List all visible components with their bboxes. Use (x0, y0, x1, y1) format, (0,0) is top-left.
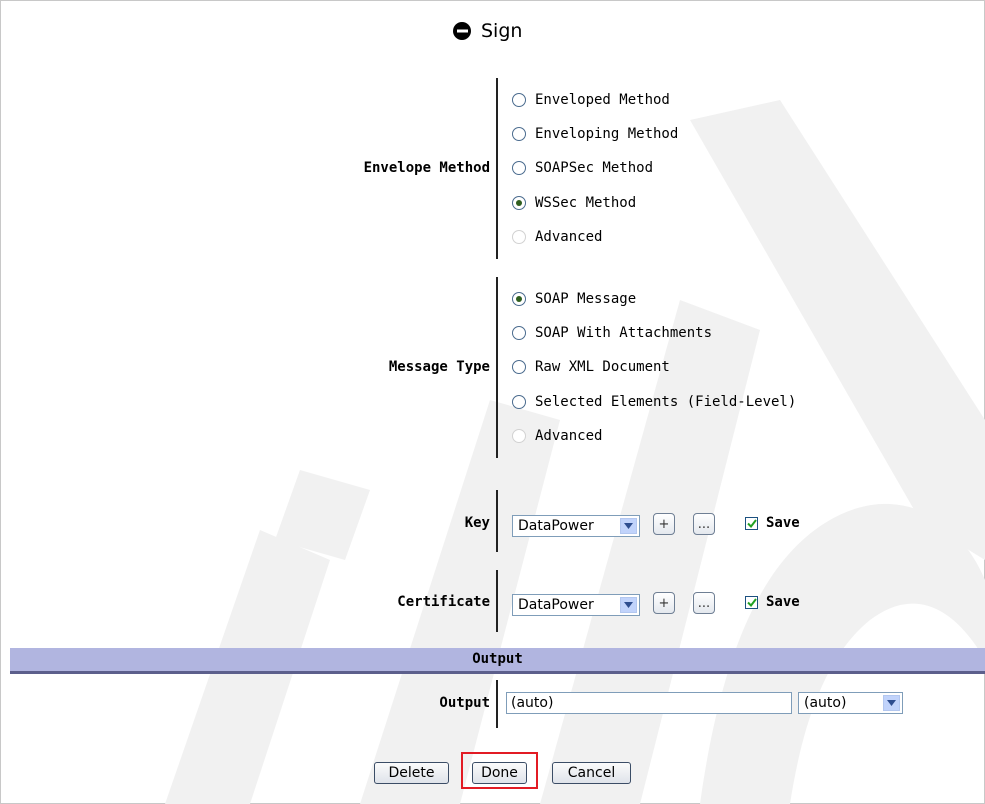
radio-circle[interactable] (512, 326, 526, 340)
page-title: Sign (452, 18, 522, 44)
radio-circle-selected[interactable] (512, 292, 526, 306)
chevron-down-icon[interactable] (883, 695, 900, 711)
key-divider (496, 490, 498, 552)
chevron-down-icon[interactable] (620, 597, 637, 613)
radio-circle-disabled (512, 230, 526, 244)
output-divider (496, 680, 498, 728)
radio-label: Enveloped Method (535, 92, 670, 108)
radio-circle[interactable] (512, 360, 526, 374)
radio-circle-selected[interactable] (512, 196, 526, 210)
radio-soapsec-method[interactable]: SOAPSec Method (512, 160, 653, 176)
output-select-value: (auto) (804, 695, 847, 711)
output-select[interactable]: (auto) (798, 692, 903, 714)
radio-label: SOAP With Attachments (535, 325, 713, 341)
radio-circle-disabled (512, 429, 526, 443)
radio-raw-xml-document[interactable]: Raw XML Document (512, 359, 670, 375)
page-frame (0, 0, 985, 804)
radio-soap-with-attachments[interactable]: SOAP With Attachments (512, 325, 712, 341)
cancel-button[interactable]: Cancel (552, 762, 631, 784)
key-label: Key (464, 515, 490, 531)
radio-envelope-advanced: Advanced (512, 229, 602, 245)
radio-label: Advanced (535, 428, 603, 444)
radio-label: Raw XML Document (535, 359, 670, 375)
envelope-divider (496, 78, 498, 259)
done-highlight-box (461, 752, 538, 789)
radio-enveloping-method[interactable]: Enveloping Method (512, 126, 678, 142)
checkmark-icon (746, 597, 757, 607)
radio-enveloped-method[interactable]: Enveloped Method (512, 92, 670, 108)
radio-label: Advanced (535, 229, 603, 245)
radio-label: SOAP Message (535, 291, 637, 307)
radio-label: Enveloping Method (535, 126, 679, 142)
chevron-down-icon[interactable] (620, 518, 637, 534)
radio-circle[interactable] (512, 93, 526, 107)
radio-circle[interactable] (512, 395, 526, 409)
radio-soap-message[interactable]: SOAP Message (512, 291, 636, 307)
message-divider (496, 277, 498, 458)
output-input[interactable] (506, 692, 792, 714)
title-text: Sign (481, 20, 523, 42)
radio-circle[interactable] (512, 127, 526, 141)
circle-arrow-icon (453, 22, 471, 40)
output-label: Output (439, 695, 490, 711)
checkbox-box[interactable] (745, 595, 758, 609)
checkbox-label: Save (766, 515, 800, 531)
certificate-divider (496, 570, 498, 632)
output-section-header: Output (10, 648, 985, 674)
checkbox-label: Save (766, 594, 800, 610)
radio-wssec-method[interactable]: WSSec Method (512, 195, 636, 211)
checkmark-icon (746, 518, 757, 528)
radio-circle[interactable] (512, 161, 526, 175)
certificate-save-checkbox[interactable]: Save (745, 594, 800, 610)
certificate-select-value: DataPower (518, 597, 594, 613)
key-save-checkbox[interactable]: Save (745, 515, 800, 531)
certificate-add-button[interactable]: + (653, 592, 675, 614)
key-add-button[interactable]: + (653, 513, 675, 535)
message-type-label: Message Type (388, 359, 490, 375)
radio-label: Selected Elements (Field-Level) (535, 394, 797, 410)
certificate-edit-button[interactable]: ... (693, 592, 715, 614)
certificate-label: Certificate (397, 594, 490, 610)
radio-selected-elements[interactable]: Selected Elements (Field-Level) (512, 394, 796, 410)
radio-label: SOAPSec Method (535, 160, 654, 176)
radio-label: WSSec Method (535, 195, 637, 211)
key-edit-button[interactable]: ... (693, 513, 715, 535)
checkbox-box[interactable] (745, 516, 758, 530)
envelope-method-label: Envelope Method (363, 160, 490, 176)
key-select[interactable]: DataPower (512, 515, 640, 537)
radio-message-advanced: Advanced (512, 428, 602, 444)
delete-button[interactable]: Delete (374, 762, 449, 784)
certificate-select[interactable]: DataPower (512, 594, 640, 616)
key-select-value: DataPower (518, 518, 594, 534)
